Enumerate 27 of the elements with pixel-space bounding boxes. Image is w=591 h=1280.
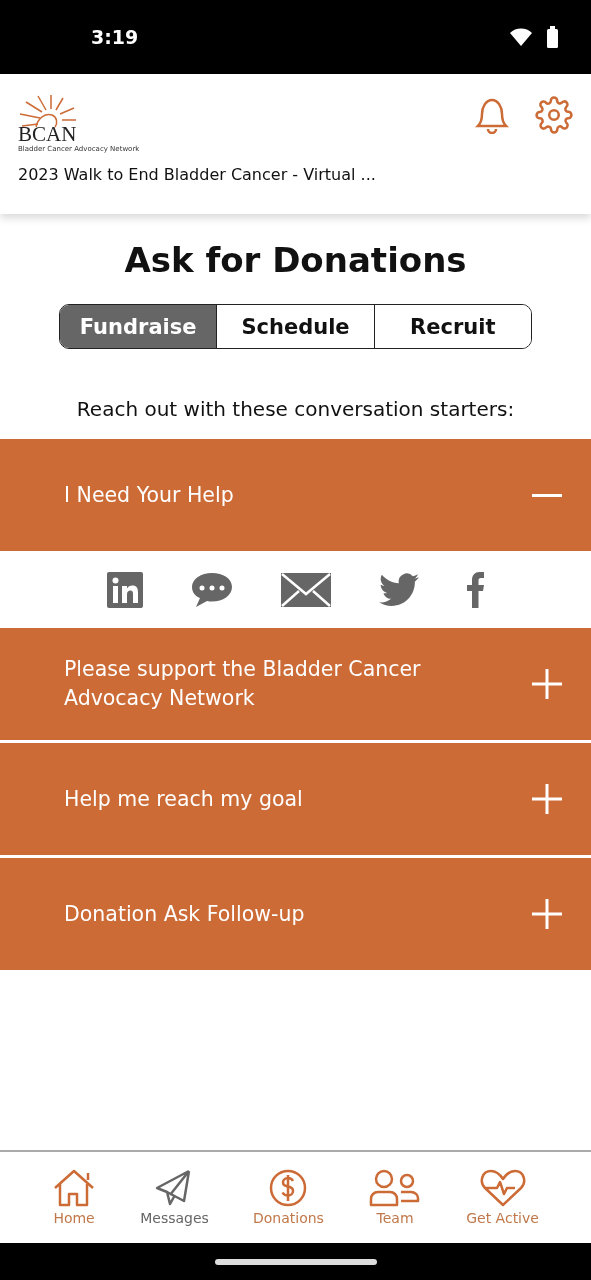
nav-tab[interactable]: Home [52, 1168, 97, 1243]
nav-tab[interactable]: Team [368, 1168, 423, 1243]
segment-tab[interactable]: Recruit [373, 305, 531, 348]
accordion-header[interactable]: Donation Ask Follow-up [0, 858, 591, 970]
home-indicator[interactable] [214, 1258, 377, 1265]
bird-icon[interactable] [378, 572, 419, 607]
settings-icon[interactable] [535, 96, 573, 134]
page-title: Ask for Donations [123, 240, 468, 280]
wifi-battery-icon [509, 26, 561, 48]
accordion-header[interactable]: Please support the Bladder Cancer Advocacy Network [0, 628, 591, 740]
event-title: 2023 Walk to End Bladder Cancer - Virtual ... [18, 165, 377, 184]
bell-icon[interactable] [475, 96, 509, 134]
speech-bubble-icon[interactable] [190, 571, 233, 608]
status-time: 3:19 [91, 26, 139, 48]
segment-tab[interactable]: Fundraise [60, 305, 217, 348]
heartbeat-icon [478, 1168, 527, 1208]
nav-tab[interactable]: Messages [140, 1168, 209, 1243]
nav-tab[interactable]: Get Active [466, 1168, 539, 1243]
envelope-icon[interactable] [280, 572, 331, 607]
accordion-header[interactable]: I Need Your Help [0, 439, 591, 551]
linkedin-icon[interactable] [106, 571, 143, 608]
sun-rays-icon [18, 94, 78, 128]
nav-tab[interactable]: Donations [253, 1168, 324, 1243]
prompt-text: Reach out with these conversation starters: [75, 397, 516, 421]
logo-wordmark: BCAN [18, 124, 77, 145]
facebook-icon[interactable] [466, 571, 485, 608]
accordion-header[interactable]: Help me reach my goal [0, 743, 591, 855]
